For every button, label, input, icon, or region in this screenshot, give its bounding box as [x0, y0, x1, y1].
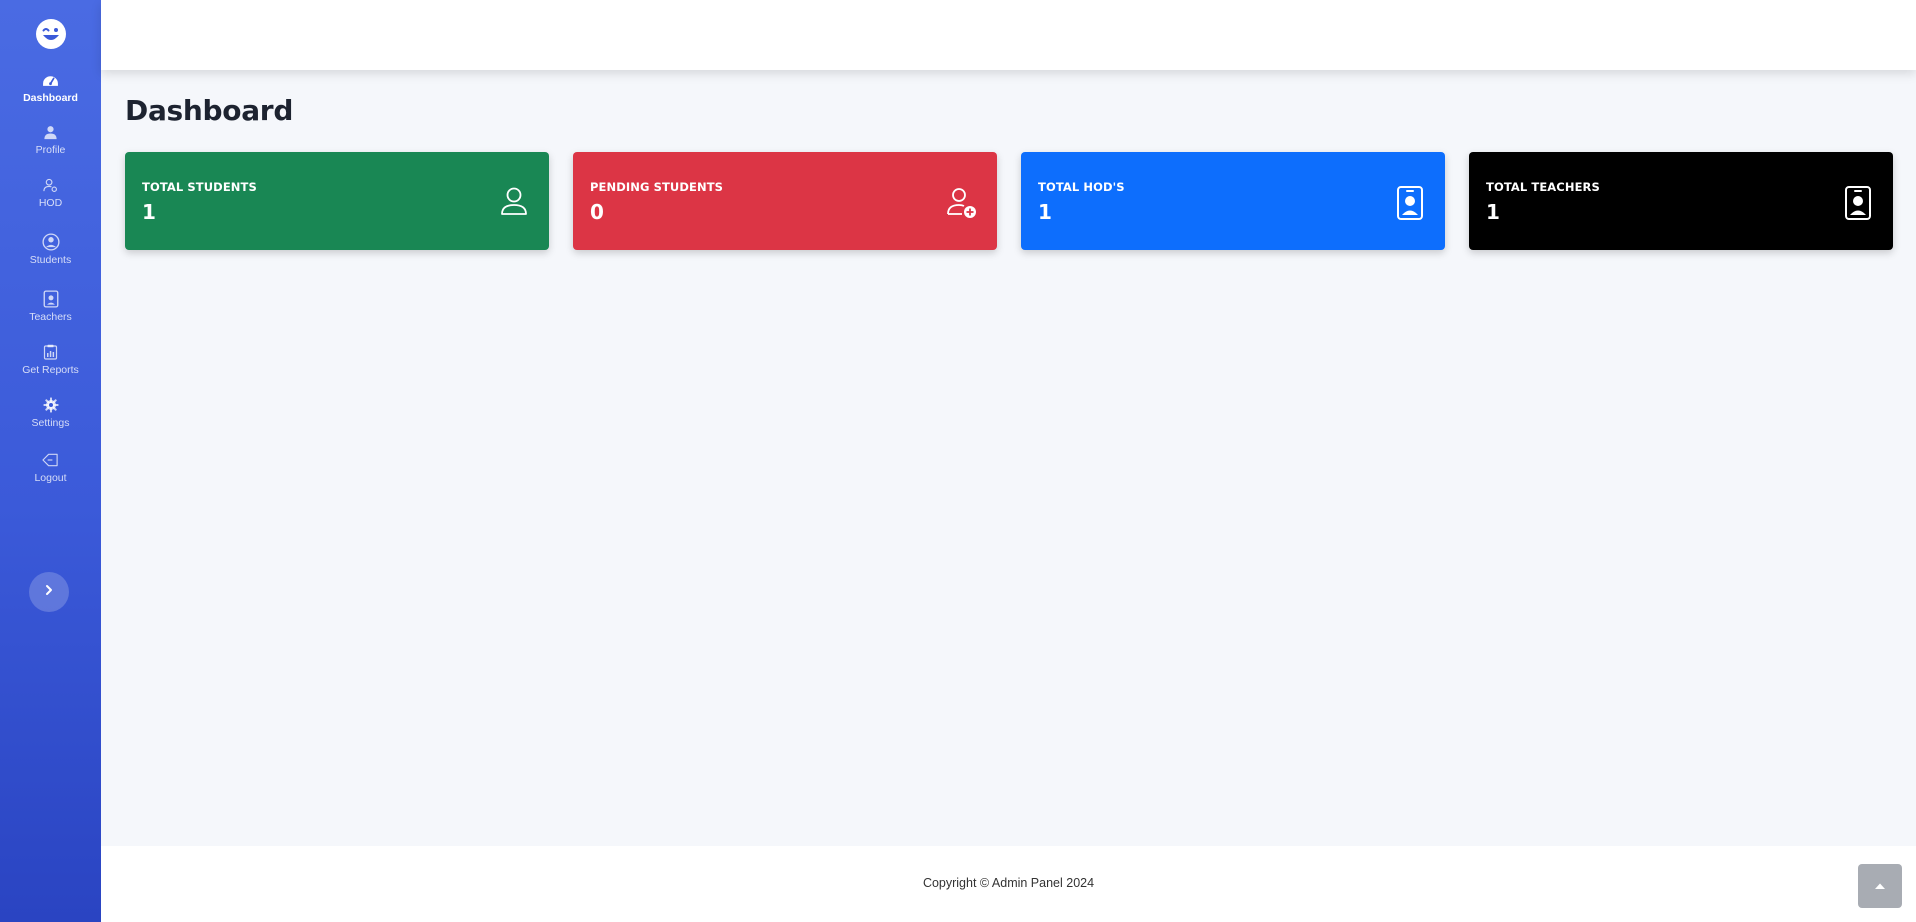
page-title: Dashboard — [125, 94, 294, 127]
person-circle-icon — [41, 233, 60, 251]
card-value: 0 — [590, 200, 604, 224]
card-value: 1 — [142, 200, 156, 224]
card-label: PENDING STUDENTS — [590, 180, 724, 194]
wink-smiley-icon[interactable] — [35, 18, 67, 50]
sidebar-item-label: HOD — [38, 197, 63, 209]
pending-students-card[interactable]: PENDING STUDENTS 0 — [573, 152, 997, 250]
sidebar-item-label: Profile — [35, 144, 66, 156]
sidebar-item-dashboard[interactable]: Dashboard — [0, 71, 101, 104]
sidebar-item-hod[interactable]: HOD — [0, 176, 101, 209]
clipboard-data-icon — [42, 343, 60, 361]
sidebar-item-profile[interactable]: Profile — [0, 123, 101, 156]
copyright-text: Copyright © Admin Panel 2024 — [922, 876, 1095, 890]
person-gear-icon — [42, 176, 60, 194]
total-hods-card[interactable]: TOTAL HOD'S 1 — [1021, 152, 1445, 250]
sidebar-item-settings[interactable]: Settings — [0, 396, 101, 429]
sidebar-item-logout[interactable]: Logout — [0, 451, 101, 484]
sidebar-item-teachers[interactable]: Teachers — [0, 290, 101, 323]
top-navbar — [101, 0, 1916, 70]
chevron-right-icon — [44, 583, 54, 601]
sidebar-item-label: Logout — [34, 472, 67, 484]
sidebar-item-get-reports[interactable]: Get Reports — [0, 343, 101, 376]
person-badge-icon — [1395, 186, 1425, 220]
gear-icon — [42, 396, 60, 414]
sidebar-item-label: Get Reports — [22, 364, 79, 376]
card-value: 1 — [1486, 200, 1500, 224]
sidebar-item-label: Settings — [31, 417, 70, 429]
logout-icon — [42, 451, 60, 469]
total-teachers-card[interactable]: TOTAL TEACHERS 1 — [1469, 152, 1893, 250]
footer: Copyright © Admin Panel 2024 — [101, 846, 1916, 922]
person-badge-icon — [42, 290, 60, 308]
person-icon — [42, 123, 60, 141]
scroll-to-top-button[interactable] — [1858, 864, 1902, 908]
caret-up-icon — [1874, 877, 1886, 895]
person-icon — [499, 186, 529, 220]
sidebar-nav: Dashboard Profile HOD Students Teachers … — [0, 62, 101, 484]
sidebar: Dashboard Profile HOD Students Teachers … — [0, 0, 101, 922]
person-add-icon — [947, 186, 977, 220]
card-label: TOTAL STUDENTS — [142, 180, 257, 194]
sidebar-item-label: Teachers — [29, 311, 72, 323]
sidebar-expand-button[interactable] — [29, 572, 69, 612]
sidebar-item-students[interactable]: Students — [0, 233, 101, 266]
sidebar-item-label: Dashboard — [23, 92, 78, 104]
sidebar-item-label: Students — [29, 254, 72, 266]
card-label: TOTAL TEACHERS — [1486, 180, 1600, 194]
card-value: 1 — [1038, 200, 1052, 224]
total-students-card[interactable]: TOTAL STUDENTS 1 — [125, 152, 549, 250]
person-badge-icon — [1843, 186, 1873, 220]
speedometer-icon — [42, 71, 60, 89]
card-label: TOTAL HOD'S — [1038, 180, 1125, 194]
